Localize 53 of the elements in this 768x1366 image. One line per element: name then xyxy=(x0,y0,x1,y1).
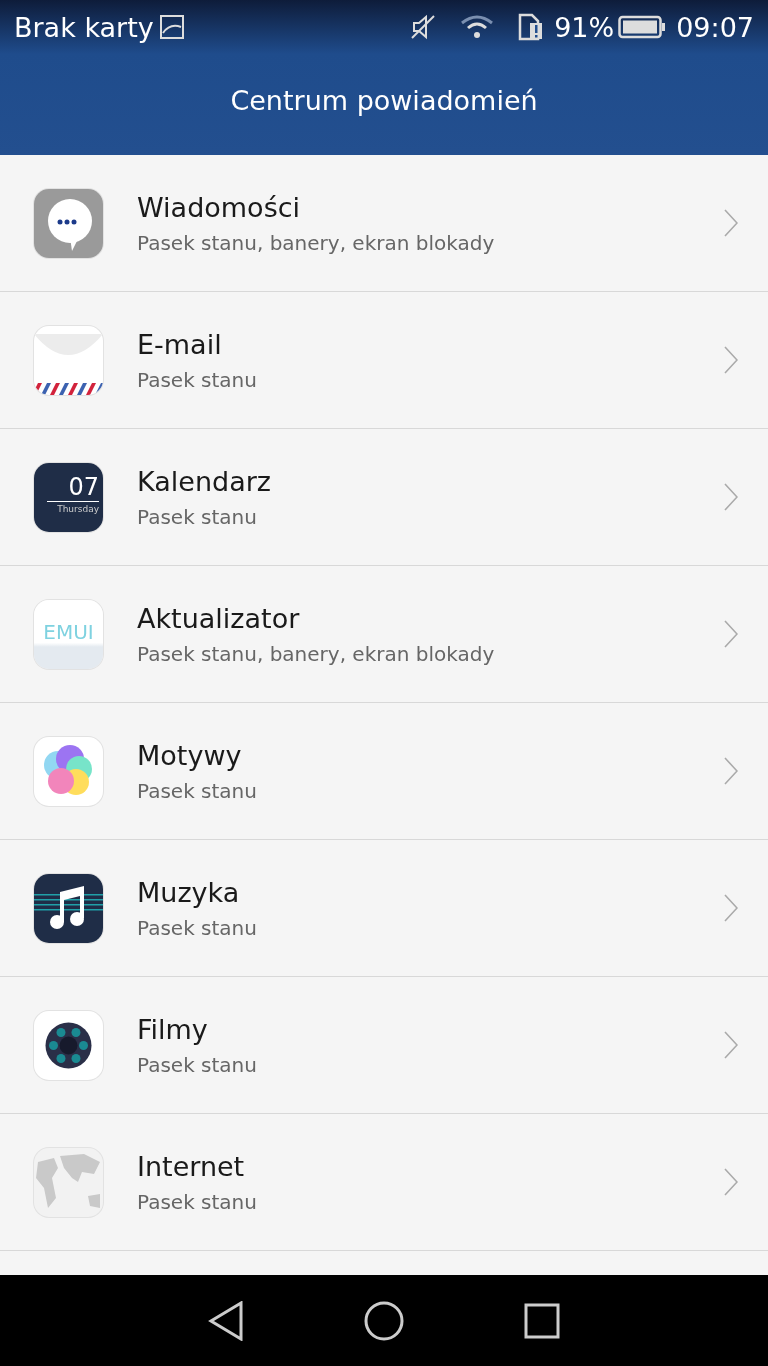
clock-text: 09:07 xyxy=(676,11,754,43)
emui-logo: EMUI xyxy=(43,619,94,644)
app-name: Wiadomości xyxy=(137,191,301,223)
app-name: E-mail xyxy=(137,328,222,360)
notification-types: Pasek stanu xyxy=(137,1052,257,1077)
chevron-right-icon xyxy=(724,346,738,374)
chevron-right-icon xyxy=(724,209,738,237)
app-name: Muzyka xyxy=(137,876,240,908)
petals-icon xyxy=(34,736,103,806)
home-icon[interactable] xyxy=(364,1300,404,1341)
app-row[interactable]: Filmy Pasek stanu xyxy=(0,977,768,1114)
notification-types: Pasek stanu, banery, ekran blokady xyxy=(137,641,495,666)
battery-icon xyxy=(618,15,667,39)
chevron-right-icon xyxy=(724,757,738,785)
chevron-right-icon xyxy=(724,1168,738,1196)
image-icon xyxy=(159,15,184,39)
app-row[interactable]: 07 Thursday Kalendarz Pasek stanu xyxy=(0,429,768,566)
notification-types: Pasek stanu xyxy=(137,504,257,529)
notification-types: Pasek stanu xyxy=(137,1189,257,1214)
film-reel-icon xyxy=(34,1010,103,1080)
chevron-right-icon xyxy=(724,1031,738,1059)
app-row[interactable]: Wiadomości Pasek stanu, banery, ekran blokady xyxy=(0,155,768,292)
recent-apps-icon[interactable] xyxy=(524,1302,560,1339)
chevron-right-icon xyxy=(724,483,738,511)
music-note-icon xyxy=(34,873,103,943)
app-name: Aktualizator xyxy=(137,602,300,634)
app-row[interactable]: E-mail Pasek stanu xyxy=(0,292,768,429)
back-icon[interactable] xyxy=(208,1300,244,1341)
mute-icon xyxy=(410,14,437,40)
notification-types: Pasek stanu xyxy=(137,367,257,392)
app-row[interactable]: Motywy Pasek stanu xyxy=(0,703,768,840)
world-map-icon xyxy=(34,1147,103,1217)
app-row[interactable]: Muzyka Pasek stanu xyxy=(0,840,768,977)
chevron-right-icon xyxy=(724,894,738,922)
app-name: Filmy xyxy=(137,1013,208,1045)
app-name: Internet xyxy=(137,1150,245,1182)
app-name: Motywy xyxy=(137,739,242,771)
chevron-right-icon xyxy=(724,620,738,648)
battery-percent: 91% xyxy=(554,11,615,43)
notification-types: Pasek stanu xyxy=(137,915,257,940)
notification-types: Pasek stanu xyxy=(137,778,257,803)
wifi-icon xyxy=(460,14,495,40)
notification-types: Pasek stanu, banery, ekran blokady xyxy=(137,230,495,255)
app-name: Kalendarz xyxy=(137,465,271,497)
chat-bubble-icon xyxy=(34,188,103,258)
app-row[interactable]: EMUI Aktualizator Pasek stanu, banery, ekran blokady xyxy=(0,566,768,703)
page-title: Centrum powiadomień xyxy=(230,85,538,116)
sim-alert-icon xyxy=(518,13,545,41)
calendar-weekday: Thursday xyxy=(57,503,99,514)
envelope-icon xyxy=(34,325,103,395)
app-row[interactable]: Internet Pasek stanu xyxy=(0,1114,768,1251)
calendar-day: 07 xyxy=(68,474,99,499)
carrier-text: Brak karty xyxy=(14,11,154,43)
